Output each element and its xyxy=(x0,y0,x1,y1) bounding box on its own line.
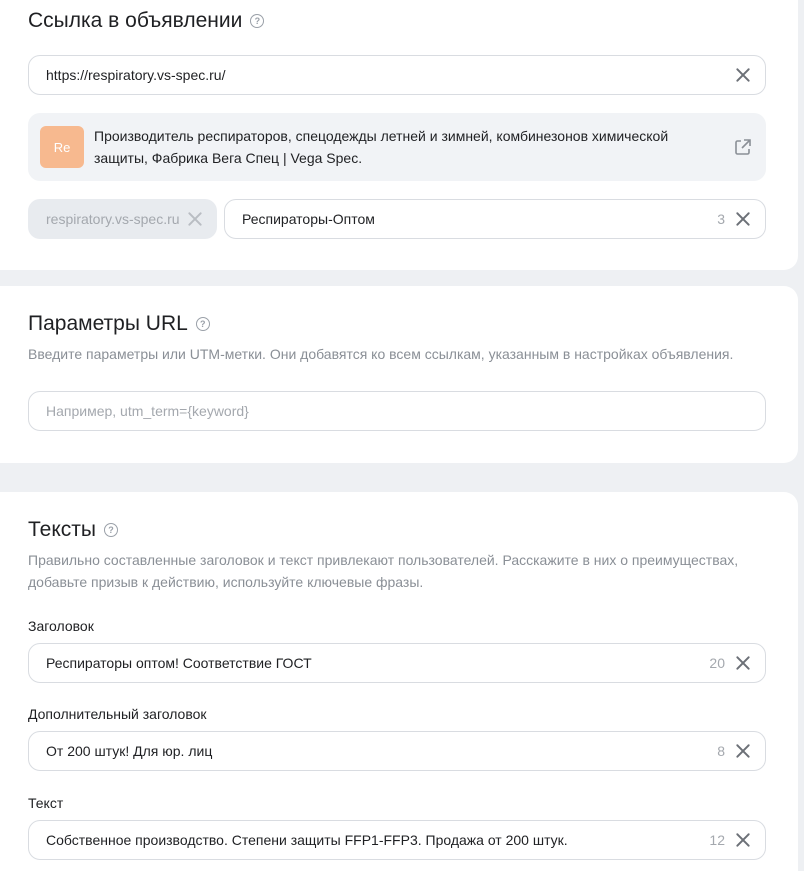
url-params-description: Введите параметры или UTM-метки. Они доб… xyxy=(28,346,734,362)
clear-icon[interactable] xyxy=(735,655,751,671)
subheadline-field[interactable]: От 200 штук! Для юр. лиц 8 xyxy=(28,731,766,771)
display-path-field[interactable]: Респираторы-Оптом 3 xyxy=(224,199,766,239)
help-icon[interactable]: ? xyxy=(103,523,118,537)
char-count: 3 xyxy=(717,211,725,227)
clear-icon[interactable] xyxy=(735,743,751,759)
display-domain-value: respiratory.vs-spec.ru xyxy=(46,211,180,227)
clear-icon xyxy=(187,211,203,227)
clear-icon[interactable] xyxy=(735,832,751,848)
display-path-value[interactable]: Респираторы-Оптом xyxy=(242,211,717,227)
url-params-placeholder[interactable]: Например, utm_term={keyword} xyxy=(46,403,751,419)
headline-label: Заголовок xyxy=(28,618,94,634)
subheadline-label: Дополнительный заголовок xyxy=(28,706,207,722)
clear-icon[interactable] xyxy=(735,211,751,227)
link-section-title: Ссылка в объявлении ? xyxy=(28,9,265,33)
headline-value[interactable]: Респираторы оптом! Соответствие ГОСТ xyxy=(46,655,709,671)
url-params-section: Параметры URL ? Введите параметры или UT… xyxy=(0,286,798,463)
texts-section: Тексты ? Правильно составленные заголово… xyxy=(0,492,798,871)
clear-icon[interactable] xyxy=(735,67,751,83)
link-section: Ссылка в объявлении ? https://respirator… xyxy=(0,0,798,270)
texts-title: Тексты ? xyxy=(28,518,118,542)
char-count: 12 xyxy=(709,832,725,848)
help-icon[interactable]: ? xyxy=(250,14,265,28)
text-value[interactable]: Собственное производство. Степени защиты… xyxy=(46,832,709,848)
text-field[interactable]: Собственное производство. Степени защиты… xyxy=(28,820,766,860)
display-domain-field: respiratory.vs-spec.ru xyxy=(28,199,217,239)
help-icon[interactable]: ? xyxy=(195,317,210,331)
url-params-title: Параметры URL ? xyxy=(28,312,210,336)
site-avatar: Re xyxy=(40,126,84,168)
scrollbar-track[interactable] xyxy=(798,0,804,871)
headline-field[interactable]: Респираторы оптом! Соответствие ГОСТ 20 xyxy=(28,643,766,683)
external-link-icon[interactable] xyxy=(734,138,752,156)
link-preview: Re Производитель респираторов, спецодежд… xyxy=(28,113,766,181)
texts-description: Правильно составленные заголовок и текст… xyxy=(28,552,739,590)
subheadline-value[interactable]: От 200 штук! Для юр. лиц xyxy=(46,743,717,759)
char-count: 8 xyxy=(717,743,725,759)
url-params-input[interactable]: Например, utm_term={keyword} xyxy=(28,391,766,431)
link-preview-text: Производитель респираторов, спецодежды л… xyxy=(94,128,669,166)
ad-url-value[interactable]: https://respiratory.vs-spec.ru/ xyxy=(46,67,735,83)
ad-url-field[interactable]: https://respiratory.vs-spec.ru/ xyxy=(28,55,766,95)
text-label: Текст xyxy=(28,795,64,811)
char-count: 20 xyxy=(709,655,725,671)
